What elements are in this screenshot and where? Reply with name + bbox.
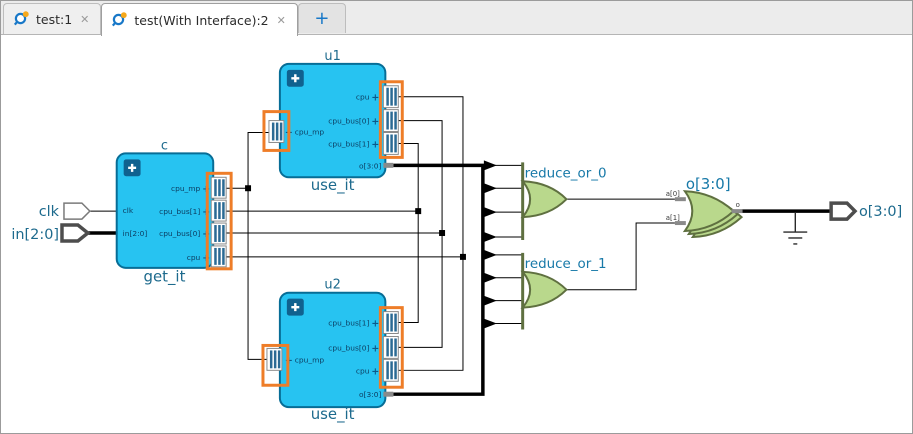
new-tab-button[interactable]: + [297,3,346,33]
block-title: u2 [324,278,340,293]
interface-pin-plus-icon: + [371,93,379,104]
ground-symbol [783,212,808,245]
bus-tap-arrow [483,249,497,260]
interface-pin-icon [382,335,399,359]
interface-icon-u1-left[interactable] [268,120,285,143]
bus-tap-arrow [483,160,497,171]
net-junction [245,185,252,192]
pin-label-cpu-bus1: cpu_bus[1] [328,139,369,148]
interface-pin-icon [210,199,227,222]
interface-pin-plus-icon: + [371,117,379,128]
instance-label: get_it [144,268,186,286]
input-port-clk[interactable] [63,202,91,220]
pin-label-o: o[3:0] [359,390,381,399]
bus-pin-stub [383,391,394,397]
plus-icon: + [314,8,330,29]
interface-pin-icon [382,358,399,382]
pin-label-cpu-mp: cpu_mp [295,128,325,137]
expand-plus-icon[interactable] [286,298,304,316]
port-label-o: o[3:0] [859,204,902,220]
pin-label-cpu-bus0: cpu_bus[0] [159,229,200,238]
bus-tap-arrow [483,232,497,242]
interface-icons-u2-right[interactable] [382,311,399,382]
tab-close-icon[interactable]: ✕ [275,14,288,27]
output-port-o[interactable] [829,201,858,221]
pin-label-o: o[3:0] [359,161,381,170]
or-gate-body[interactable] [520,270,568,309]
net-junction [439,230,446,236]
bus-pin-stub [383,162,394,168]
gate-output-stack[interactable]: o[3:0] a[0] a[1] o [666,175,744,239]
gate-reduce-or-0[interactable]: reduce_or_0 [520,162,607,240]
bus-tap-arrow [483,207,497,218]
pin-label-cpu-mp: cpu_mp [171,184,201,193]
expand-plus-icon[interactable] [286,69,304,87]
pin-label-cpu: cpu [356,366,370,375]
block-u1-use-it[interactable]: u1 use_it + cpu_mp cpu cpu_bus[0] cpu_bu… [278,49,394,194]
bus-taps-reduce-or-0 [482,160,523,242]
gate-input-label-a0: a[0] [666,190,680,198]
net-junction [415,208,422,215]
pin-label-clk: clk [123,206,134,215]
input-port-in[interactable] [60,223,91,243]
schematic-viewer-window: test:1 ✕ test(With Interface):2 ✕ + clk … [0,0,913,434]
gate-label: reduce_or_0 [525,166,607,181]
tab-label: test(With Interface):2 [134,12,269,28]
block-u2-use-it[interactable]: u2 use_it + cpu_mp cpu_bus[1] cpu_bus[0]… [278,278,394,423]
pin-label-cpu-bus1: cpu_bus[1] [159,207,200,216]
interface-pin-plus-icon: + [371,343,379,354]
interface-icons-u1-right[interactable] [382,85,399,155]
schematic-tab-icon [111,12,128,28]
port-label-clk: clk [39,204,60,220]
interface-pin-icon [382,132,399,155]
bus-tap-arrow [483,295,497,306]
bus-tap-arrow [483,272,497,283]
pin-label-cpu: cpu [187,253,201,262]
net-junction [459,253,466,260]
gate-output-label-o: o [736,201,740,209]
instance-label: use_it [311,176,355,194]
bus-taps-reduce-or-1 [482,249,523,329]
tab-label: test:1 [36,11,73,27]
schematic-canvas[interactable]: clk in[2:0] o[3:0] c get_it clk in[2:0] … [1,35,912,433]
gate-input-label-a1: a[1] [666,214,680,222]
pin-label-cpu-bus0: cpu_bus[0] [328,343,369,352]
interface-pin-plus-icon: + [371,319,379,330]
tab-bar: test:1 ✕ test(With Interface):2 ✕ + [1,1,912,36]
gate-label: o[3:0] [686,175,731,193]
port-label-in: in[2:0] [11,227,59,243]
interface-pin-icon [210,245,227,268]
interface-pin-icon [382,85,399,109]
interface-pin-icon [382,311,399,334]
tab-close-icon[interactable]: ✕ [78,13,91,26]
pin-label-cpu: cpu [356,93,370,102]
interface-pin-plus-icon: + [371,366,379,377]
gate-reduce-or-1[interactable]: reduce_or_1 [520,252,607,330]
interface-pin-icon [210,222,227,245]
expand-plus-icon[interactable] [123,159,141,177]
interface-pin-icon [210,176,227,199]
block-title: u1 [324,49,340,64]
or-gate-body[interactable] [520,180,568,219]
interface-icon-u2-left[interactable] [266,347,283,371]
pin-label-cpu-bus1: cpu_bus[1] [328,319,369,328]
block-title: c [161,138,168,153]
pin-label-cpu-mp: cpu_mp [295,355,325,364]
pin-label-cpu-bus0: cpu_bus[0] [328,117,369,126]
pin-label-in: in[2:0] [123,229,148,238]
gate-label: reduce_or_1 [525,257,607,272]
tab-test-1[interactable]: test:1 ✕ [3,3,102,34]
bus-tap-arrow [483,318,497,329]
instance-label: use_it [311,405,355,423]
schematic-tab-icon [13,11,30,27]
block-c-get-it[interactable]: c get_it clk in[2:0] cpu_mp cpu_bus[1] c… [115,138,215,286]
interface-pin-plus-icon: + [371,139,379,150]
interface-pin-icon [382,109,399,133]
tab-test-with-interface-2[interactable]: test(With Interface):2 ✕ [101,3,298,36]
bus-o-u1-u2[interactable] [393,163,485,396]
bus-tap-arrow [483,183,497,194]
